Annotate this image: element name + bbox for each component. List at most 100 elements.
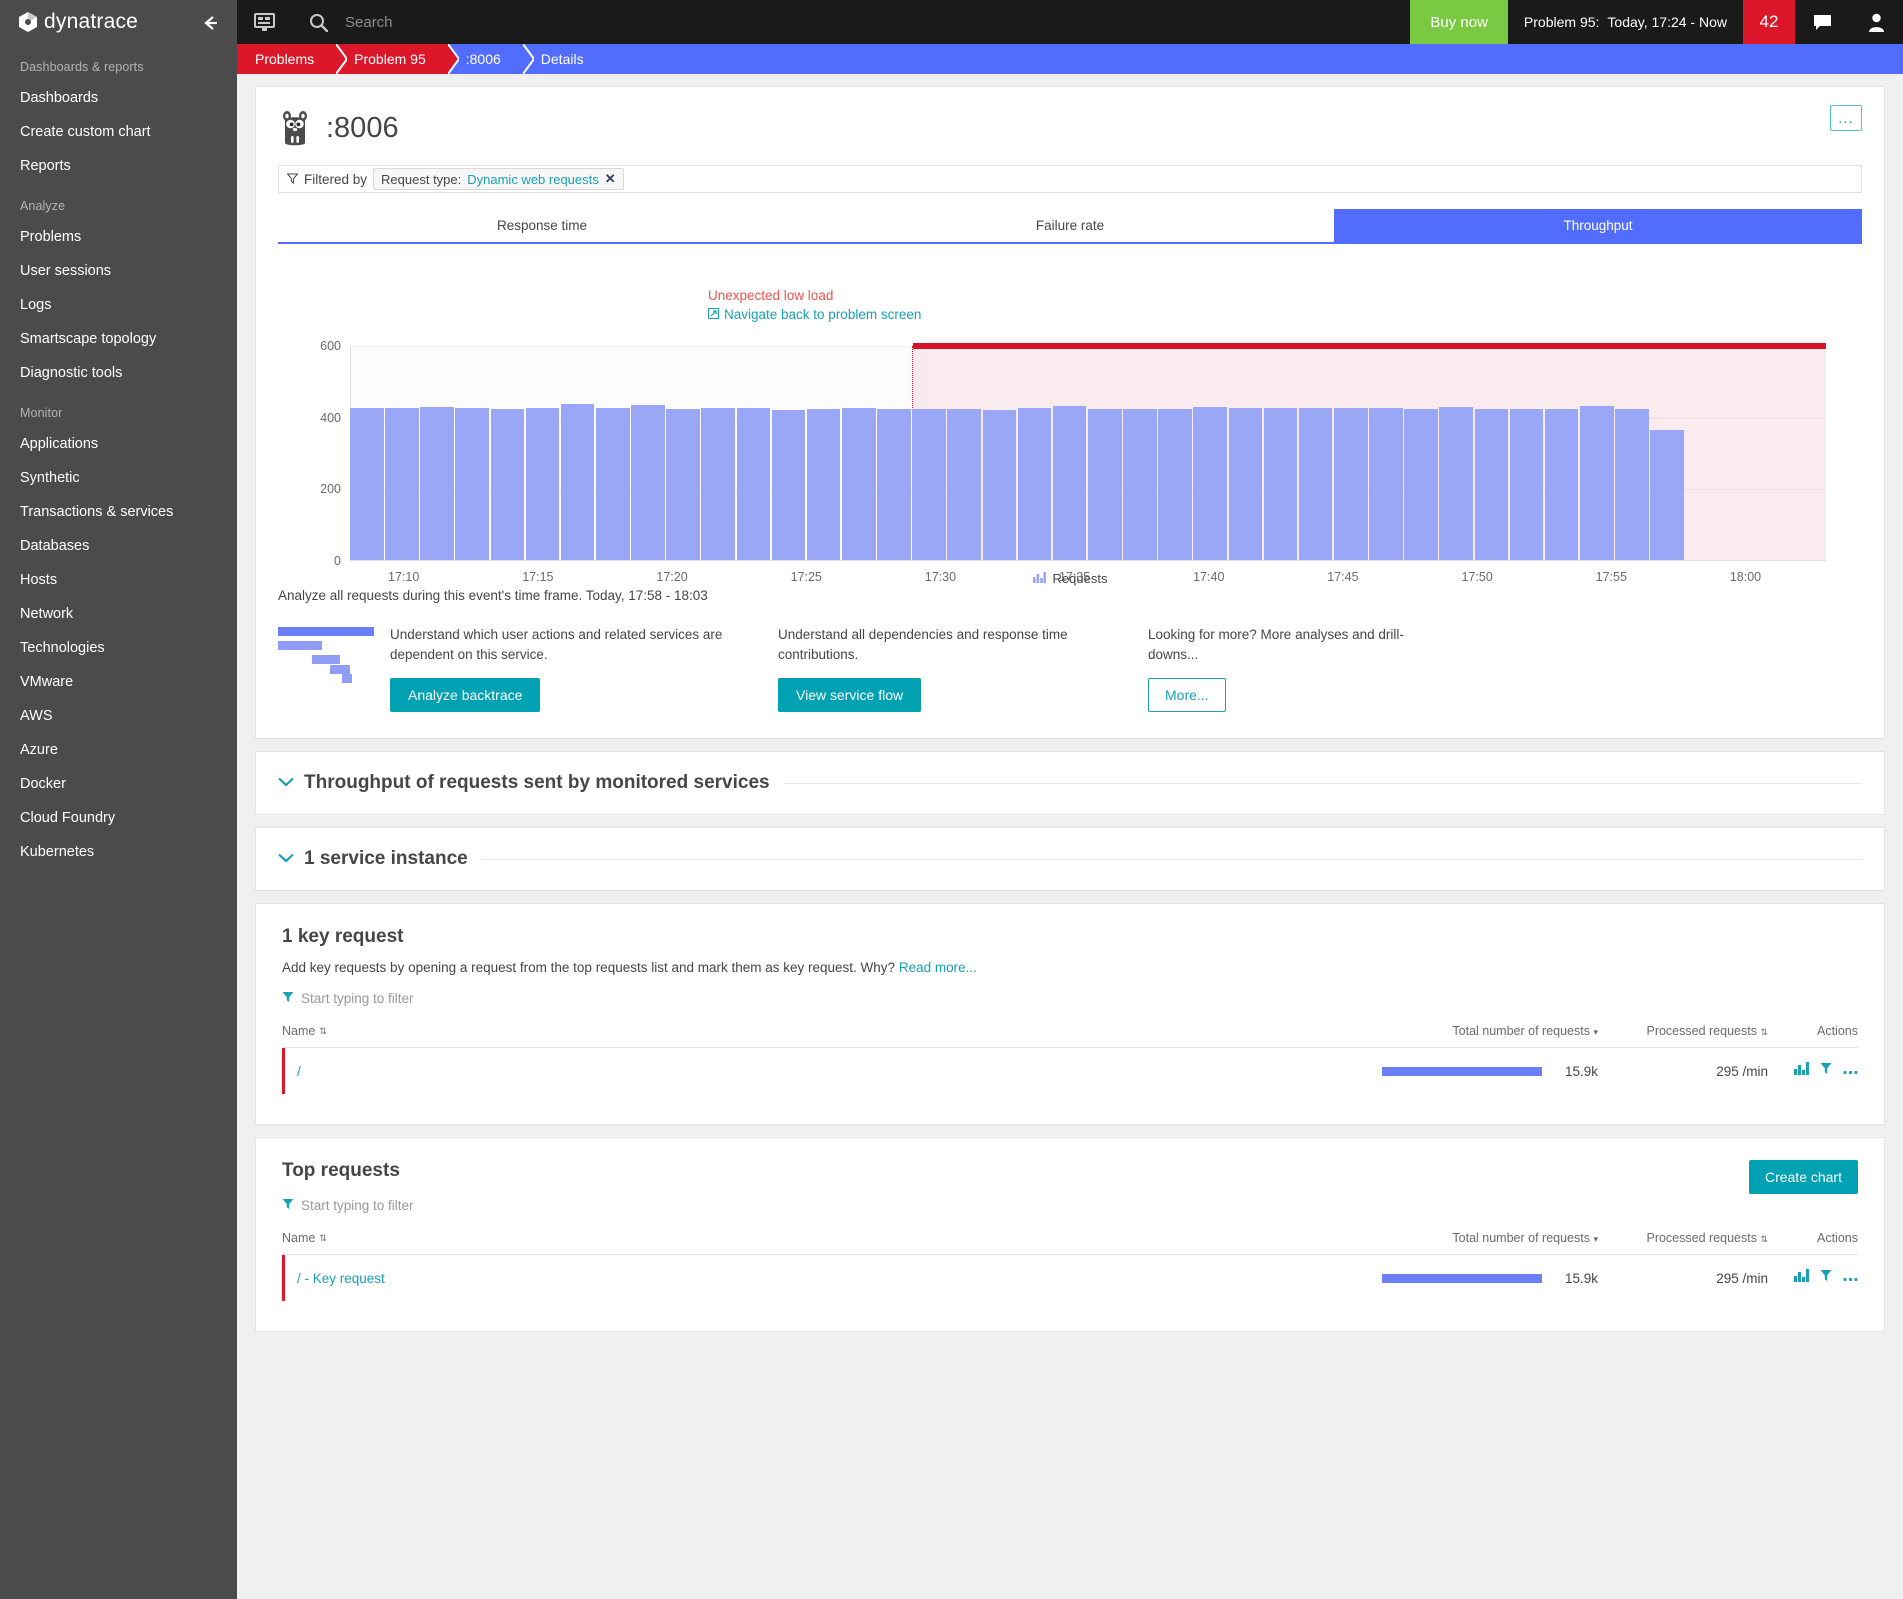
chart-bar[interactable] — [595, 408, 630, 560]
chart-bar[interactable] — [1123, 408, 1157, 560]
close-icon[interactable]: ✕ — [605, 171, 616, 187]
sidebar-item-vmware[interactable]: VMware — [0, 665, 237, 699]
sidebar-item-hosts[interactable]: Hosts — [0, 563, 237, 597]
sidebar-item-kubernetes[interactable]: Kubernetes — [0, 835, 237, 869]
chart-icon[interactable] — [1794, 1269, 1809, 1287]
sidebar-item-dashboards[interactable]: Dashboards — [0, 81, 237, 115]
tab-response-time[interactable]: Response time — [278, 209, 806, 244]
sidebar-item-problems[interactable]: Problems — [0, 220, 237, 254]
chart-bar[interactable] — [1474, 408, 1509, 560]
chart-bar[interactable] — [806, 408, 841, 560]
user-icon[interactable] — [1849, 0, 1903, 44]
chart-bar[interactable] — [560, 404, 595, 560]
sidebar-item-network[interactable]: Network — [0, 597, 237, 631]
chevron-down-icon[interactable] — [278, 850, 294, 868]
chart-bar[interactable] — [666, 408, 700, 560]
search-icon[interactable] — [291, 0, 345, 44]
chart-bar[interactable] — [1193, 406, 1228, 560]
sidebar-item-cloud-foundry[interactable]: Cloud Foundry — [0, 801, 237, 835]
sidebar-item-user-sessions[interactable]: User sessions — [0, 254, 237, 288]
search-input[interactable]: Search — [345, 14, 393, 31]
chart-bar[interactable] — [1369, 408, 1403, 560]
tab-failure-rate[interactable]: Failure rate — [806, 209, 1334, 244]
chart-bar[interactable] — [490, 408, 525, 560]
chart-bar[interactable] — [1052, 406, 1087, 560]
sidebar-item-create-custom-chart[interactable]: Create custom chart — [0, 115, 237, 149]
column-header-name[interactable]: Name ⇅ — [282, 1231, 1298, 1245]
chart-bar[interactable] — [1404, 408, 1438, 560]
table-row[interactable]: / - Key request 15.9k 295 /min — [282, 1255, 1858, 1302]
sidebar-item-transactions-services[interactable]: Transactions & services — [0, 495, 237, 529]
sidebar-item-reports[interactable]: Reports — [0, 149, 237, 183]
breadcrumb-item-problems[interactable]: Problems — [237, 43, 349, 75]
chart-bar[interactable] — [1650, 429, 1684, 560]
filter-chip-request-type[interactable]: Request type: Dynamic web requests ✕ — [373, 168, 624, 190]
current-problem-indicator[interactable]: Problem 95: Today, 17:24 - Now — [1507, 0, 1743, 44]
chart-bar[interactable] — [736, 408, 771, 560]
breadcrumb-item-problem-95[interactable]: Problem 95 — [336, 43, 460, 75]
filter-icon[interactable] — [1820, 1269, 1832, 1287]
chart-bar[interactable] — [877, 408, 911, 560]
more-button[interactable]: More... — [1148, 678, 1226, 713]
arrow-left-icon[interactable] — [199, 12, 221, 34]
section-header-service-instance[interactable]: 1 service instance — [256, 828, 1884, 890]
breadcrumb-item-details[interactable]: Details — [522, 44, 606, 74]
chart-bar[interactable] — [1333, 408, 1368, 560]
chart-bar[interactable] — [525, 408, 560, 560]
chart-bar[interactable] — [701, 408, 736, 560]
view-service-flow-button[interactable]: View service flow — [778, 678, 922, 713]
buy-now-button[interactable]: Buy now — [1410, 0, 1508, 44]
sidebar-item-docker[interactable]: Docker — [0, 767, 237, 801]
navigate-back-link[interactable]: Navigate back to problem screen — [708, 307, 921, 322]
create-chart-button[interactable]: Create chart — [1748, 1160, 1858, 1195]
chevron-down-icon[interactable] — [278, 774, 294, 792]
column-header-total-requests[interactable]: Total number of requests ▾ — [1298, 1231, 1598, 1245]
read-more-link[interactable]: Read more... — [899, 960, 977, 975]
chart-bar[interactable] — [1298, 408, 1333, 560]
sidebar-item-logs[interactable]: Logs — [0, 288, 237, 322]
chart-bar[interactable] — [1439, 407, 1473, 560]
chart-bar[interactable] — [1579, 405, 1614, 560]
chart-bar[interactable] — [1228, 408, 1263, 560]
request-name-link[interactable]: / — [285, 1064, 1298, 1079]
column-header-name[interactable]: Name ⇅ — [282, 1024, 1298, 1038]
chart-bar[interactable] — [1544, 408, 1579, 560]
chart-bar[interactable] — [1087, 408, 1122, 560]
more-icon[interactable] — [1843, 1062, 1858, 1080]
chat-icon[interactable] — [1795, 0, 1849, 44]
column-header-processed-requests[interactable]: Processed requests ⇅ — [1598, 1024, 1768, 1038]
chart-bar[interactable] — [1263, 408, 1298, 560]
chart-icon[interactable] — [1794, 1062, 1809, 1080]
chart-bar[interactable] — [982, 409, 1017, 560]
chart-bar[interactable] — [1017, 408, 1052, 560]
column-header-processed-requests[interactable]: Processed requests ⇅ — [1598, 1231, 1768, 1245]
sidebar-item-synthetic[interactable]: Synthetic — [0, 461, 237, 495]
chart-bar[interactable] — [1615, 408, 1649, 560]
chart-bar[interactable] — [912, 408, 946, 560]
breadcrumb-item-8006[interactable]: :8006 — [447, 43, 536, 75]
chart-bar[interactable] — [841, 408, 876, 560]
chart-bar[interactable] — [350, 408, 384, 560]
overflow-menu-button[interactable]: ... — [1830, 105, 1862, 131]
section-header-throughput-monitored[interactable]: Throughput of requests sent by monitored… — [256, 752, 1884, 814]
column-header-total-requests[interactable]: Total number of requests ▾ — [1298, 1024, 1598, 1038]
sidebar-item-databases[interactable]: Databases — [0, 529, 237, 563]
sidebar-item-smartscape-topology[interactable]: Smartscape topology — [0, 322, 237, 356]
request-name-link[interactable]: / - Key request — [285, 1271, 1298, 1286]
more-icon[interactable] — [1843, 1269, 1858, 1287]
chart-bar[interactable] — [1158, 408, 1192, 560]
sidebar-item-azure[interactable]: Azure — [0, 733, 237, 767]
top-requests-filter-input[interactable]: Start typing to filter — [282, 1198, 1858, 1213]
sidebar-item-aws[interactable]: AWS — [0, 699, 237, 733]
key-requests-filter-input[interactable]: Start typing to filter — [282, 991, 1858, 1006]
chart-bar[interactable] — [631, 405, 665, 560]
chart-bar[interactable] — [1509, 408, 1544, 560]
sidebar-item-applications[interactable]: Applications — [0, 427, 237, 461]
table-row[interactable]: / 15.9k 295 /min — [282, 1048, 1858, 1095]
chart-bar[interactable] — [455, 408, 490, 560]
dashboard-icon[interactable] — [237, 0, 291, 44]
problem-count-badge[interactable]: 42 — [1743, 0, 1795, 44]
chart-bar[interactable] — [947, 408, 982, 560]
analyze-backtrace-button[interactable]: Analyze backtrace — [390, 678, 541, 713]
sidebar-item-technologies[interactable]: Technologies — [0, 631, 237, 665]
